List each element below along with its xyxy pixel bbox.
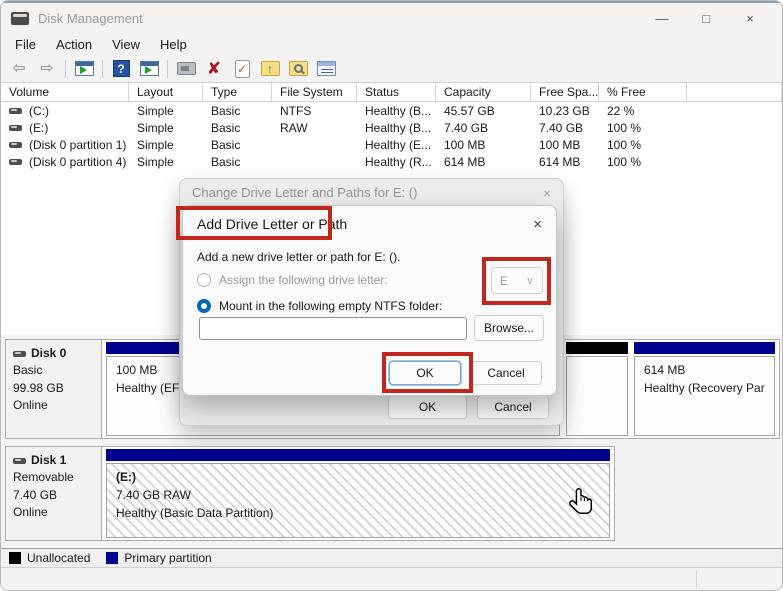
search-folder-icon[interactable] — [285, 57, 311, 81]
browse-button[interactable]: Browse... — [474, 315, 544, 341]
show-window-icon[interactable] — [136, 57, 162, 81]
column-type[interactable]: Type — [203, 83, 272, 101]
volume-icon — [9, 124, 22, 131]
primary-partition-band — [106, 449, 610, 461]
volume-icon — [9, 107, 22, 114]
legend-primary-partition: Primary partition — [106, 551, 212, 565]
table-row[interactable]: (C:) Simple Basic NTFS Healthy (B... 45.… — [1, 102, 782, 119]
column-capacity[interactable]: Capacity — [436, 83, 531, 101]
status-bar — [1, 567, 782, 590]
hand-cursor — [567, 487, 595, 524]
close-button[interactable]: × — [728, 4, 772, 32]
properties-icon[interactable]: ✓ — [229, 57, 255, 81]
forward-icon[interactable]: ⇨ — [34, 57, 60, 81]
mount-folder-option[interactable]: Mount in the following empty NTFS folder… — [197, 299, 442, 313]
window-title: Disk Management — [38, 10, 143, 26]
display-icon[interactable] — [173, 57, 199, 81]
volume-table-header: Volume Layout Type File System Status Ca… — [1, 83, 782, 102]
column-file-system[interactable]: File System — [272, 83, 357, 101]
delete-icon[interactable]: ✘ — [201, 57, 227, 81]
toolbar-separator — [102, 59, 103, 78]
disk0-recovery-partition[interactable]: 614 MB Healthy (Recovery Par — [632, 340, 777, 438]
column-status[interactable]: Status — [357, 83, 436, 101]
annotation-box-drive-letter-dropdown — [482, 257, 551, 305]
column-layout[interactable]: Layout — [129, 83, 203, 101]
disk0-header[interactable]: Disk 0 Basic 99.98 GB Online — [6, 340, 102, 438]
unallocated-band — [566, 342, 628, 354]
menu-bar: File Action View Help — [1, 33, 782, 55]
checklist-icon[interactable] — [313, 57, 339, 81]
legend-bar: Unallocated Primary partition — [1, 548, 782, 567]
outer-dialog-title-bar: Change Drive Letter and Paths for E: () … — [180, 179, 563, 206]
disk-icon — [13, 350, 26, 357]
radio-assign-letter[interactable] — [197, 273, 211, 287]
cancel-button[interactable]: Cancel — [470, 361, 542, 385]
outer-ok-button[interactable]: OK — [388, 395, 467, 419]
outer-cancel-button[interactable]: Cancel — [477, 395, 549, 419]
menu-help[interactable]: Help — [150, 35, 197, 54]
title-bar: Disk Management — □ × — [1, 3, 782, 33]
unallocated-swatch — [9, 552, 21, 564]
inner-close-icon[interactable]: × — [533, 216, 542, 233]
column-spacer — [687, 83, 782, 101]
table-row[interactable]: (Disk 0 partition 1) Simple Basic Health… — [1, 136, 782, 153]
back-icon[interactable]: ⇦ — [6, 57, 32, 81]
disk1-e-partition[interactable]: (E:) 7.40 GB RAW Healthy (Basic Data Par… — [104, 447, 612, 540]
menu-action[interactable]: Action — [46, 35, 102, 54]
disk1-header[interactable]: Disk 1 Removable 7.40 GB Online — [6, 447, 102, 540]
assign-letter-option[interactable]: Assign the following drive letter: — [197, 273, 388, 287]
disk-icon — [13, 457, 26, 464]
open-folder-icon[interactable]: ↑ — [257, 57, 283, 81]
disk1-row: Disk 1 Removable 7.40 GB Online (E:) 7.4… — [5, 446, 615, 541]
annotation-box-ok-button — [382, 352, 473, 393]
table-row[interactable]: (E:) Simple Basic RAW Healthy (B... 7.40… — [1, 119, 782, 136]
help-icon[interactable]: ? — [108, 57, 134, 81]
primary-partition-swatch — [106, 552, 119, 564]
primary-partition-band — [634, 342, 775, 354]
minimize-button[interactable]: — — [640, 4, 684, 32]
mount-path-input[interactable] — [199, 317, 467, 340]
outer-dialog-title: Change Drive Letter and Paths for E: () — [192, 185, 418, 200]
toolbar-separator — [65, 59, 66, 78]
column-free-space[interactable]: Free Spa... — [531, 83, 599, 101]
volume-icon — [9, 141, 22, 148]
disk-management-window: Disk Management — □ × File Action View H… — [0, 0, 783, 591]
column-pct-free[interactable]: % Free — [599, 83, 687, 101]
menu-file[interactable]: File — [5, 35, 46, 54]
disk1-partitions: (E:) 7.40 GB RAW Healthy (Basic Data Par… — [102, 447, 614, 540]
menu-view[interactable]: View — [102, 35, 150, 54]
disk-management-app-icon — [11, 11, 29, 25]
toolbar-separator — [167, 59, 168, 78]
radio-mount-folder[interactable] — [197, 299, 211, 313]
disk0-unallocated-space[interactable] — [564, 340, 630, 438]
table-row[interactable]: (Disk 0 partition 4) Simple Basic Health… — [1, 153, 782, 170]
volume-icon — [9, 158, 22, 165]
window-controls: — □ × — [640, 4, 772, 32]
annotation-box-dialog-title — [176, 206, 332, 240]
legend-unallocated: Unallocated — [9, 551, 90, 565]
dialog-description: Add a new drive letter or path for E: ()… — [197, 250, 401, 264]
outer-dialog-footer: OK Cancel — [388, 395, 549, 419]
console-tree-icon[interactable] — [71, 57, 97, 81]
maximize-button[interactable]: □ — [684, 4, 728, 32]
status-bar-divider — [696, 571, 697, 588]
toolbar: ⇦ ⇨ ? ✘ ✓ ↑ — [1, 55, 782, 83]
outer-close-icon[interactable]: × — [543, 185, 551, 201]
column-volume[interactable]: Volume — [1, 83, 129, 101]
